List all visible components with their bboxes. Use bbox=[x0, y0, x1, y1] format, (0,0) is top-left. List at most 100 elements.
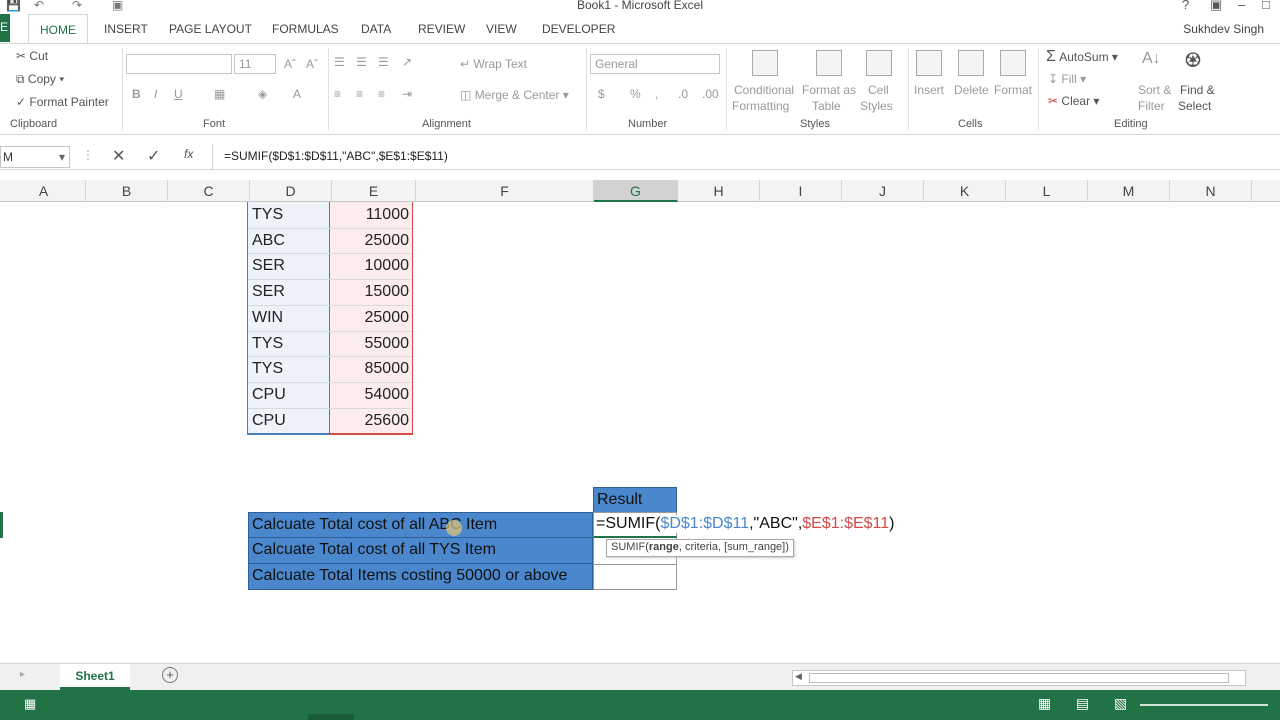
maximize-icon[interactable]: □ bbox=[1262, 0, 1270, 12]
item-cell[interactable]: SER bbox=[252, 253, 328, 279]
column-header-c[interactable]: C bbox=[168, 180, 250, 202]
user-name[interactable]: Sukhdev Singh bbox=[1183, 22, 1264, 36]
scroll-left-icon[interactable]: ◀ bbox=[795, 671, 802, 682]
sort-filter-button[interactable]: Sort & bbox=[1138, 83, 1171, 97]
column-header-g[interactable]: G bbox=[594, 180, 678, 202]
column-header-h[interactable]: H bbox=[678, 180, 760, 202]
bold-icon[interactable]: B bbox=[132, 87, 141, 101]
autosum-button[interactable]: Σ AutoSum ▾ bbox=[1046, 48, 1118, 66]
cost-cell[interactable]: 85000 bbox=[330, 356, 410, 382]
tab-data[interactable]: DATA bbox=[361, 22, 391, 36]
fill-color-icon[interactable]: ◈ bbox=[258, 87, 267, 101]
align-middle-icon[interactable]: ☰ bbox=[356, 55, 367, 69]
decrease-decimal-icon[interactable]: .00 bbox=[702, 87, 719, 101]
result-cell-3[interactable] bbox=[593, 564, 677, 590]
insert-cells-button[interactable]: Insert bbox=[914, 83, 944, 97]
comma-icon[interactable]: , bbox=[655, 87, 658, 101]
increase-decimal-icon[interactable]: .0 bbox=[678, 87, 688, 101]
column-header-l[interactable]: L bbox=[1006, 180, 1088, 202]
currency-icon[interactable]: $ bbox=[598, 87, 605, 101]
item-cell[interactable]: TYS bbox=[252, 202, 328, 228]
sheet-tab-sheet1[interactable]: Sheet1 bbox=[60, 664, 130, 690]
column-header-a[interactable]: A bbox=[2, 180, 86, 202]
item-cell[interactable]: TYS bbox=[252, 331, 328, 357]
merge-center-button[interactable]: ◫ Merge & Center ▾ bbox=[460, 88, 569, 102]
tab-review[interactable]: REVIEW bbox=[418, 22, 465, 36]
question-1-cell[interactable]: Calcuate Total cost of all ABC Item bbox=[248, 512, 593, 538]
format-as-table-button[interactable]: Format as bbox=[802, 83, 856, 97]
delete-cells-button[interactable]: Delete bbox=[954, 83, 989, 97]
scroll-sheets-icon[interactable]: ▸ bbox=[20, 669, 25, 680]
scroll-thumb[interactable] bbox=[809, 673, 1229, 683]
clear-button[interactable]: ✂ Clear ▾ bbox=[1048, 94, 1099, 108]
name-box[interactable]: M ▾ bbox=[0, 146, 70, 168]
item-cell[interactable]: TYS bbox=[252, 356, 328, 382]
underline-icon[interactable]: U bbox=[174, 87, 183, 101]
tab-developer[interactable]: DEVELOPER bbox=[542, 22, 615, 36]
column-header-n[interactable]: N bbox=[1170, 180, 1252, 202]
font-size-dropdown[interactable]: 11 bbox=[234, 54, 276, 74]
column-header-e[interactable]: E bbox=[332, 180, 416, 202]
cancel-entry-icon[interactable]: ✕ bbox=[112, 146, 125, 166]
ribbon-display-icon[interactable]: ▣ bbox=[1210, 0, 1222, 13]
item-cell[interactable]: CPU bbox=[252, 382, 328, 408]
cost-cell[interactable]: 15000 bbox=[330, 279, 410, 305]
fill-button[interactable]: ↧ Fill ▾ bbox=[1048, 72, 1086, 86]
font-color-icon[interactable]: A bbox=[293, 87, 301, 101]
cell-styles-button[interactable]: Cell bbox=[868, 83, 889, 97]
format-cells-button[interactable]: Format bbox=[994, 83, 1032, 97]
column-header-b[interactable]: B bbox=[86, 180, 168, 202]
insert-function-icon[interactable]: fx bbox=[184, 147, 193, 161]
formula-input[interactable]: =SUMIF($D$1:$D$11,"ABC",$E$1:$E$11) bbox=[224, 149, 448, 163]
cost-cell[interactable]: 54000 bbox=[330, 382, 410, 408]
align-right-icon[interactable]: ≡ bbox=[378, 87, 385, 101]
item-cell[interactable]: ABC bbox=[252, 228, 328, 254]
grow-font-icon[interactable]: Aˆ bbox=[284, 57, 296, 71]
indent-icon[interactable]: ⇥ bbox=[402, 87, 412, 101]
font-name-dropdown[interactable] bbox=[126, 54, 232, 74]
result-header[interactable]: Result bbox=[593, 487, 677, 513]
worksheet-grid[interactable]: TYS 11000 ABC 25000 SER 10000 SER 15000 WIN 25000… bbox=[0, 202, 1280, 662]
tab-file[interactable]: E bbox=[0, 14, 10, 42]
percent-icon[interactable]: % bbox=[630, 87, 641, 101]
cost-cell[interactable]: 25000 bbox=[330, 228, 410, 254]
number-format-dropdown[interactable]: General bbox=[590, 54, 720, 74]
find-select-button[interactable]: Find & bbox=[1180, 83, 1215, 97]
orientation-icon[interactable]: ↗ bbox=[402, 55, 412, 69]
cut-button[interactable]: ✂ Cut bbox=[16, 49, 48, 63]
item-cell[interactable]: WIN bbox=[252, 305, 328, 331]
tab-view[interactable]: VIEW bbox=[486, 22, 517, 36]
minimize-icon[interactable]: – bbox=[1238, 0, 1245, 12]
item-cell[interactable]: CPU bbox=[252, 408, 328, 434]
align-top-icon[interactable]: ☰ bbox=[334, 55, 345, 69]
cost-cell[interactable]: 11000 bbox=[330, 202, 409, 228]
format-painter-button[interactable]: ✓ Format Painter bbox=[16, 95, 109, 109]
question-3-cell[interactable]: Calcuate Total Items costing 50000 or ab… bbox=[248, 564, 593, 590]
column-header-d[interactable]: D bbox=[250, 180, 332, 202]
cost-cell[interactable]: 25600 bbox=[330, 408, 410, 434]
cost-cell[interactable]: 55000 bbox=[330, 331, 410, 357]
column-header-f[interactable]: F bbox=[416, 180, 594, 202]
tab-insert[interactable]: INSERT bbox=[104, 22, 148, 36]
column-header-i[interactable]: I bbox=[760, 180, 842, 202]
align-left-icon[interactable]: ≡ bbox=[334, 87, 341, 101]
name-box-dropdown-icon[interactable]: ▾ bbox=[59, 150, 65, 164]
conditional-formatting-button[interactable]: Conditional bbox=[734, 83, 794, 97]
macro-record-icon[interactable]: ▦ bbox=[24, 696, 36, 712]
in-cell-formula[interactable]: =SUMIF($D$1:$D$11,"ABC",$E$1:$E$11) bbox=[596, 515, 895, 533]
wrap-text-button[interactable]: ↵ Wrap Text bbox=[460, 57, 527, 71]
zoom-slider[interactable] bbox=[1140, 704, 1268, 706]
tab-formulas[interactable]: FORMULAS bbox=[272, 22, 339, 36]
italic-icon[interactable]: I bbox=[154, 87, 157, 101]
enter-entry-icon[interactable]: ✓ bbox=[147, 146, 160, 166]
column-header-j[interactable]: J bbox=[842, 180, 924, 202]
help-icon[interactable]: ? bbox=[1182, 0, 1189, 12]
shrink-font-icon[interactable]: Aˇ bbox=[306, 57, 318, 71]
cost-cell[interactable]: 10000 bbox=[330, 253, 410, 279]
page-break-view-icon[interactable]: ▧ bbox=[1114, 695, 1127, 712]
add-sheet-icon[interactable]: + bbox=[162, 667, 178, 683]
horizontal-scrollbar[interactable]: ◀ bbox=[792, 670, 1246, 686]
page-layout-view-icon[interactable]: ▤ bbox=[1076, 695, 1089, 712]
copy-button[interactable]: ⧉ Copy ▾ bbox=[16, 72, 64, 87]
column-header-m[interactable]: M bbox=[1088, 180, 1170, 202]
